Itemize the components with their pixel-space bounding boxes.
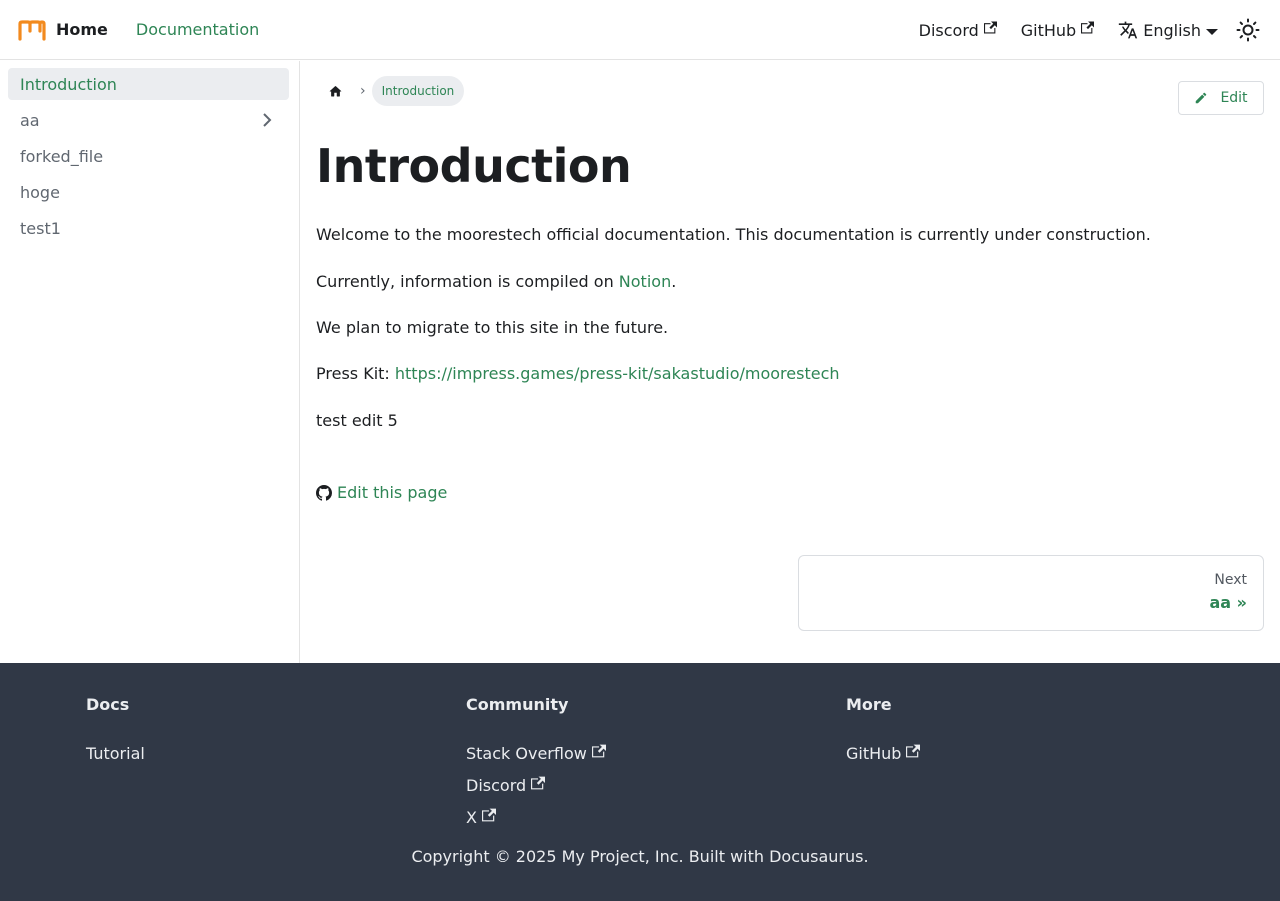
sidebar-item-label: Introduction xyxy=(20,74,117,94)
footer-col-more: More GitHub xyxy=(846,695,921,769)
nav-github-link[interactable]: GitHub xyxy=(1020,20,1095,40)
press-kit-paragraph: Press Kit: https://impress.games/press-k… xyxy=(316,364,840,383)
test-edit-paragraph: test edit 5 xyxy=(316,411,398,430)
next-page-card[interactable]: Next aa » xyxy=(798,555,1264,631)
edit-this-page-link[interactable]: Edit this page xyxy=(316,483,447,502)
sidebar-item-label: forked_file xyxy=(20,146,104,166)
nav-github-label: GitHub xyxy=(1020,20,1077,40)
press-kit-prefix: Press Kit: xyxy=(316,364,395,383)
footer-link-x[interactable]: X xyxy=(466,801,606,833)
footer-link-stackoverflow[interactable]: Stack Overflow xyxy=(466,737,606,769)
home-icon[interactable] xyxy=(316,76,354,106)
external-link-icon xyxy=(1081,21,1095,34)
sun-icon[interactable] xyxy=(1236,18,1260,42)
footer-link-label: Discord xyxy=(466,775,527,795)
navbar: Home Documentation Discord GitHub Englis… xyxy=(0,0,1280,60)
footer-link-discord[interactable]: Discord xyxy=(466,769,606,801)
language-label: English xyxy=(1143,20,1201,40)
sidebar-item-label: test1 xyxy=(20,218,61,238)
sidebar: Introduction aa forked_file hoge test1 xyxy=(0,61,300,663)
next-page-label: aa » xyxy=(1209,593,1248,612)
footer-copyright: Copyright © 2025 My Project, Inc. Built … xyxy=(411,847,869,866)
edit-button[interactable]: Edit xyxy=(1178,81,1264,115)
notion-link[interactable]: Notion xyxy=(619,272,671,291)
sidebar-item-introduction[interactable]: Introduction xyxy=(8,68,289,100)
notion-prefix: Currently, information is compiled on xyxy=(316,272,619,291)
notion-suffix: . xyxy=(671,272,677,291)
footer-link-label: Tutorial xyxy=(86,743,145,763)
logo-icon xyxy=(18,19,46,41)
breadcrumb: › Introduction xyxy=(316,76,465,106)
chevron-right-icon[interactable] xyxy=(259,112,275,128)
footer-col-docs: Docs Tutorial xyxy=(86,695,145,769)
sidebar-item-label: aa xyxy=(20,110,40,130)
sidebar-item-hoge[interactable]: hoge xyxy=(8,176,289,208)
language-dropdown[interactable]: English xyxy=(1118,20,1218,40)
external-link-icon xyxy=(591,744,606,758)
external-link-icon xyxy=(531,776,546,790)
external-link-icon xyxy=(906,744,921,758)
footer-link-label: GitHub xyxy=(846,743,902,763)
sidebar-item-forked-file[interactable]: forked_file xyxy=(8,140,289,172)
intro-paragraph: Welcome to the moorestech official docum… xyxy=(316,225,1151,244)
sidebar-item-label: hoge xyxy=(20,182,60,202)
footer-link-label: Stack Overflow xyxy=(466,743,587,763)
sidebar-item-aa[interactable]: aa xyxy=(8,104,289,136)
notion-paragraph: Currently, information is compiled on No… xyxy=(316,272,676,291)
next-sublabel: Next xyxy=(1214,572,1247,588)
footer-col-title: More xyxy=(846,695,892,714)
edit-this-page-label: Edit this page xyxy=(337,483,448,502)
footer-col-title: Docs xyxy=(86,695,130,714)
external-link-icon xyxy=(481,808,496,822)
nav-discord-label: Discord xyxy=(918,20,979,40)
breadcrumb-current: Introduction xyxy=(371,76,465,106)
footer-col-community: Community Stack Overflow Discord X xyxy=(466,695,606,833)
footer-link-github[interactable]: GitHub xyxy=(846,737,921,769)
footer-col-title: Community xyxy=(466,695,569,714)
nav-documentation-link[interactable]: Documentation xyxy=(136,20,259,39)
brand-title: Home xyxy=(56,20,108,39)
translate-icon xyxy=(1119,21,1138,39)
footer: Docs Tutorial Community Stack Overflow D… xyxy=(0,663,1280,901)
edit-button-label: Edit xyxy=(1220,90,1248,106)
migrate-paragraph: We plan to migrate to this site in the f… xyxy=(316,318,669,337)
brand-link[interactable]: Home xyxy=(17,19,108,41)
sidebar-item-test1[interactable]: test1 xyxy=(8,212,289,244)
footer-link-label: X xyxy=(466,807,477,827)
press-kit-link[interactable]: https://impress.games/press-kit/sakastud… xyxy=(395,364,840,383)
github-icon xyxy=(316,484,332,501)
chevron-down-icon xyxy=(1206,28,1218,35)
nav-discord-link[interactable]: Discord xyxy=(919,21,997,40)
pencil-icon xyxy=(1196,92,1207,104)
page-title: Introduction xyxy=(316,139,632,193)
footer-link-tutorial[interactable]: Tutorial xyxy=(86,737,145,769)
external-link-icon xyxy=(983,21,997,34)
breadcrumb-separator-icon: › xyxy=(360,83,366,99)
